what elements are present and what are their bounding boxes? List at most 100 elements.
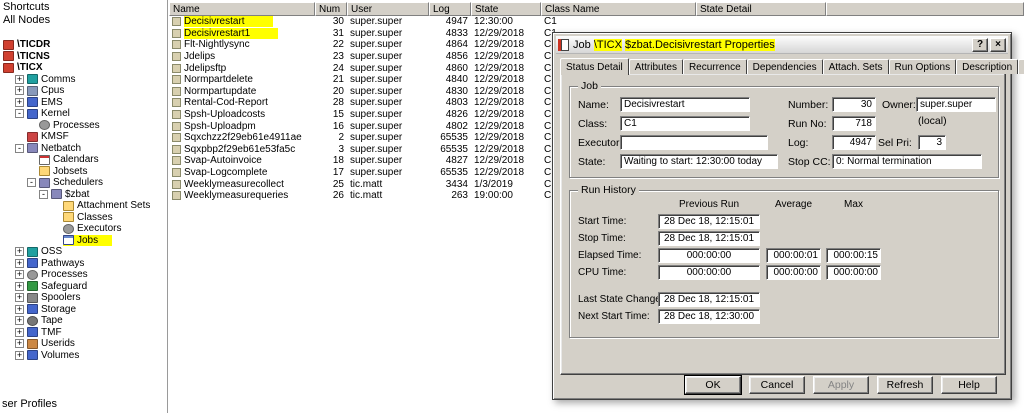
tab-status-detail[interactable]: Status Detail (560, 58, 629, 75)
column-header-filler (826, 2, 1024, 16)
expand-plus-icon[interactable]: + (15, 316, 24, 326)
tree-item-label: Schedulers (53, 177, 104, 189)
tree-item-schedulers[interactable]: - Schedulers (0, 177, 167, 189)
expand-plus-icon[interactable]: + (15, 258, 24, 268)
tree-item-tape[interactable]: + Tape (0, 315, 167, 327)
expand-plus-icon[interactable]: + (15, 97, 24, 107)
tree-item-processes[interactable]: Processes (0, 120, 167, 132)
tree-item-tmf[interactable]: + TMF (0, 327, 167, 339)
tab-description[interactable]: Description (956, 59, 1019, 74)
job-name: Decisivrestart (184, 16, 273, 28)
tree-item-zbat[interactable]: - $zbat (0, 189, 167, 201)
job-row-icon (172, 168, 181, 178)
collapse-minus-icon[interactable]: - (15, 143, 24, 153)
job-row-icon (172, 110, 181, 120)
tab-recurrence[interactable]: Recurrence (682, 59, 747, 74)
stop-cc-field: 0: Normal termination (832, 154, 982, 169)
state-label: State: (578, 156, 606, 168)
table-header-row: Name Num User Log State Class Name State Detai… (169, 2, 1024, 16)
job-row-icon (172, 98, 181, 108)
tree-item-cpus[interactable]: + Cpus (0, 85, 167, 97)
column-header-class-name[interactable]: Class Name (541, 2, 696, 16)
name-field[interactable]: Decisivrestart (620, 97, 750, 112)
tree-item-ticx[interactable]: \TICX (0, 62, 167, 74)
collapse-minus-icon[interactable]: - (27, 178, 36, 188)
collapse-minus-icon[interactable]: - (39, 189, 48, 199)
collapse-minus-icon[interactable]: - (15, 109, 24, 119)
tab-run-options[interactable]: Run Options (888, 59, 957, 74)
tree-item-calendars[interactable]: Calendars (0, 154, 167, 166)
tree-item-oss[interactable]: + OSS (0, 246, 167, 258)
tree-item-userids[interactable]: + Userids (0, 338, 167, 350)
expand-plus-icon[interactable]: + (15, 350, 24, 360)
tree-item-label: \TICX (17, 62, 43, 74)
tab-history[interactable]: History (1018, 59, 1024, 74)
tree-item-attachment-sets[interactable]: Attachment Sets (0, 200, 167, 212)
cell-num: 25 (332, 178, 344, 190)
tree-item-label: EMS (41, 96, 63, 108)
cell-num: 31 (332, 27, 344, 39)
expand-plus-icon[interactable]: + (15, 304, 24, 314)
node-red-icon (3, 62, 14, 73)
tab-page-status-detail: Job Name: Decisivrestart Class: C1 Execu… (560, 73, 1006, 375)
expand-plus-icon[interactable]: + (15, 339, 24, 349)
tree-item-storage[interactable]: + Storage (0, 304, 167, 316)
column-header-log[interactable]: Log (429, 2, 471, 16)
expand-plus-icon[interactable]: + (15, 270, 24, 280)
cell-name: Weeklymeasurequeries (169, 190, 315, 201)
tree-item-kmsf[interactable]: KMSF (0, 131, 167, 143)
column-header-state-detail[interactable]: State Detail (696, 2, 826, 16)
tree-item-ticns[interactable]: \TICNS (0, 51, 167, 63)
cancel-button[interactable]: Cancel (749, 376, 805, 394)
ok-button[interactable]: OK (685, 376, 741, 394)
job-name: Spsh-Uploadcosts (184, 109, 266, 121)
tree-item-executors[interactable]: Executors (0, 223, 167, 235)
class-field[interactable]: C1 (620, 116, 750, 131)
refresh-button[interactable]: Refresh (877, 376, 933, 394)
run-history-column-headers: Previous Run Average Max (658, 199, 998, 210)
owner-field: super.super (916, 97, 996, 112)
tree-item-classes[interactable]: Classes (0, 212, 167, 224)
executor-field[interactable] (620, 135, 768, 150)
tree-item-spoolers[interactable]: + Spoolers (0, 292, 167, 304)
sel-pri-field[interactable]: 3 (918, 135, 946, 150)
tab-dependencies[interactable]: Dependencies (746, 59, 823, 74)
expand-plus-icon[interactable]: + (15, 74, 24, 84)
job-name: Svap-Logcomplete (184, 167, 268, 179)
dialog-close-icon[interactable]: × (990, 37, 1006, 52)
run-history-extra-rows: Last State Change: 28 Dec 18, 12:15:01 Nex… (570, 292, 998, 324)
table-row-decisivrestart[interactable]: Decisivrestart 30 super.super 4947 12:30:00 C… (169, 16, 1024, 28)
tree-item-kernel[interactable]: - Kernel (0, 108, 167, 120)
column-header-user[interactable]: User (347, 2, 429, 16)
cell-state: 12/29/2018 (474, 39, 525, 51)
dialog-tab-strip: Status Detail Attributes Recurrence Depende… (560, 58, 1024, 75)
tree-item-processes[interactable]: + Processes (0, 269, 167, 281)
folder-icon (63, 200, 74, 211)
tree-item-safeguard[interactable]: + Safeguard (0, 281, 167, 293)
help-button[interactable]: Help (941, 376, 997, 394)
tree-item-netbatch[interactable]: - Netbatch (0, 143, 167, 155)
tree-item-volumes[interactable]: + Volumes (0, 350, 167, 362)
expand-plus-icon[interactable]: + (15, 327, 24, 337)
tree-item-pathways[interactable]: + Pathways (0, 258, 167, 270)
tab-attributes[interactable]: Attributes (628, 59, 683, 74)
expand-plus-icon[interactable]: + (15, 293, 24, 303)
storage-icon (27, 304, 38, 315)
expand-plus-icon[interactable]: + (15, 281, 24, 291)
tree-item-jobsets[interactable]: Jobsets (0, 166, 167, 178)
userids-icon (27, 338, 38, 349)
expand-plus-icon[interactable]: + (15, 86, 24, 96)
job-name: Jdelips (184, 51, 216, 63)
expand-plus-icon[interactable]: + (15, 247, 24, 257)
tree-item-ems[interactable]: + EMS (0, 97, 167, 109)
dialog-help-button[interactable]: ? (972, 37, 988, 52)
tree-item-comms[interactable]: + Comms (0, 74, 167, 86)
tree-item-ticdr[interactable]: \TICDR (0, 39, 167, 51)
tab-attach-sets[interactable]: Attach. Sets (822, 59, 889, 74)
tree-item-jobs[interactable]: Jobs (0, 234, 167, 247)
column-header-state[interactable]: State (471, 2, 541, 16)
dialog-titlebar[interactable]: Job \TICX $zbat.Decisivrestart Propertie… (556, 36, 1008, 54)
dialog-title-prefix: Job (573, 38, 591, 51)
column-header-num[interactable]: Num (315, 2, 347, 16)
column-header-name[interactable]: Name (169, 2, 315, 16)
